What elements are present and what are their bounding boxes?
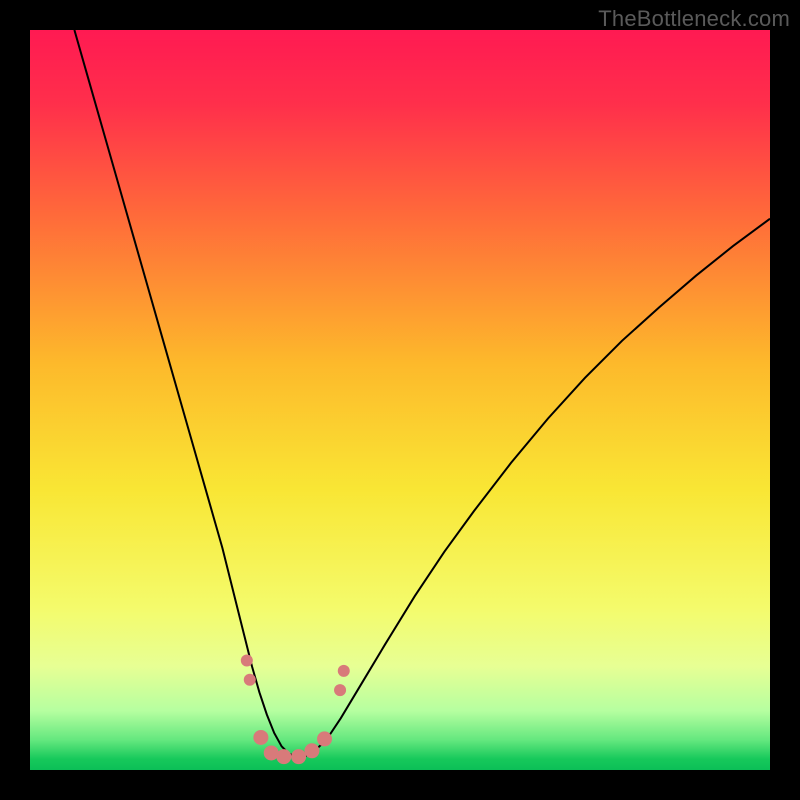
marker-dot xyxy=(253,730,268,745)
watermark-text: TheBottleneck.com xyxy=(598,6,790,32)
chart-plot xyxy=(30,30,770,770)
marker-dot xyxy=(276,749,291,764)
marker-dot xyxy=(338,665,350,677)
outer-frame: TheBottleneck.com xyxy=(0,0,800,800)
marker-dot xyxy=(334,684,346,696)
marker-dot xyxy=(304,743,319,758)
marker-dot xyxy=(244,674,256,686)
marker-dot xyxy=(241,654,253,666)
marker-dot xyxy=(291,749,306,764)
marker-dot xyxy=(317,731,332,746)
gradient-background xyxy=(30,30,770,770)
